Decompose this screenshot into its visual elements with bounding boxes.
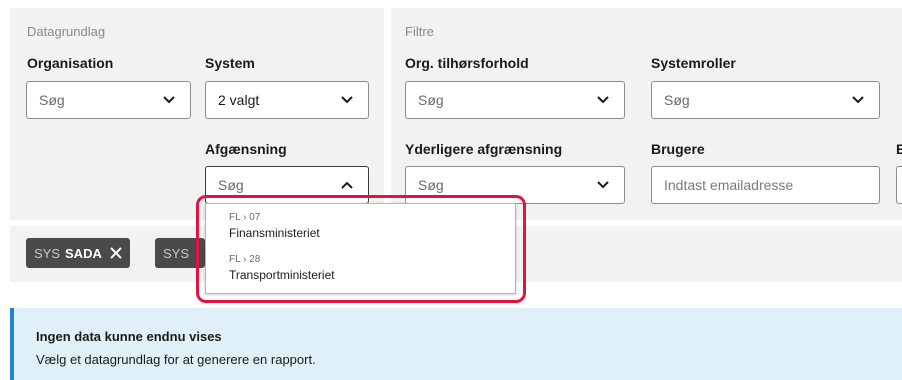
chip-prefix: SYS (163, 245, 190, 261)
org-tilhoersforhold-select[interactable]: Søg (405, 81, 625, 119)
chevron-down-icon (162, 93, 176, 107)
option-name: Transportministeriet (229, 268, 335, 282)
brugere-label: Brugere (651, 141, 705, 157)
systemroller-select[interactable]: Søg (651, 81, 880, 119)
system-value: 2 valgt (218, 92, 260, 108)
chevron-down-icon (340, 93, 354, 107)
filtre-title: Filtre (405, 24, 434, 39)
cut-off-field[interactable] (896, 166, 902, 204)
yderligere-afgraensning-select[interactable]: Søg (405, 166, 625, 204)
system-chip[interactable]: SYS SADA (26, 238, 130, 268)
system-select[interactable]: 2 valgt (205, 81, 369, 119)
datagrundlag-title: Datagrundlag (27, 24, 106, 39)
chip-prefix: SYS (34, 245, 61, 261)
chevron-up-icon (340, 178, 354, 192)
afgraensning-dropdown-list: FL › 07 Finansministeriet FL › 28 Transp… (205, 203, 516, 294)
dropdown-option[interactable]: FL › 07 Finansministeriet (229, 212, 320, 240)
option-code: FL › 28 (229, 254, 261, 265)
org-tilhoersforhold-label: Org. tilhørsforhold (405, 55, 529, 71)
report-page: Datagrundlag Organisation Søg System 2 v… (0, 0, 902, 380)
cut-off-label: B (896, 141, 902, 157)
system-chip[interactable]: SYS (155, 238, 205, 268)
yderligere-afgraensning-value: Søg (418, 177, 444, 193)
organisation-label: Organisation (27, 55, 114, 71)
brugere-email-input[interactable] (651, 166, 880, 204)
afgraensning-value: Søg (218, 177, 244, 193)
organisation-value: Søg (39, 92, 65, 108)
info-title: Ingen data kunne endnu vises (36, 329, 222, 344)
info-text: Vælg et datagrundlag for at generere en … (36, 352, 316, 367)
chevron-down-icon (851, 93, 865, 107)
dropdown-option[interactable]: FL › 28 Transportministeriet (229, 254, 335, 282)
chevron-down-icon (596, 93, 610, 107)
chip-name: SADA (65, 245, 102, 261)
option-code: FL › 07 (229, 212, 261, 223)
info-notice: Ingen data kunne endnu vises Vælg et dat… (10, 308, 902, 380)
chevron-down-icon (596, 178, 610, 192)
yderligere-afgraensning-label: Yderligere afgrænsning (405, 141, 563, 157)
system-label: System (205, 55, 255, 71)
option-name: Finansministeriet (229, 226, 320, 240)
systemroller-label: Systemroller (651, 55, 736, 71)
org-tilhoersforhold-value: Søg (418, 92, 444, 108)
close-icon[interactable] (110, 247, 122, 259)
afgraensning-select[interactable]: Søg (205, 166, 369, 204)
systemroller-value: Søg (664, 92, 690, 108)
organisation-select[interactable]: Søg (26, 81, 191, 119)
afgraensning-label: Afgænsning (205, 141, 287, 157)
